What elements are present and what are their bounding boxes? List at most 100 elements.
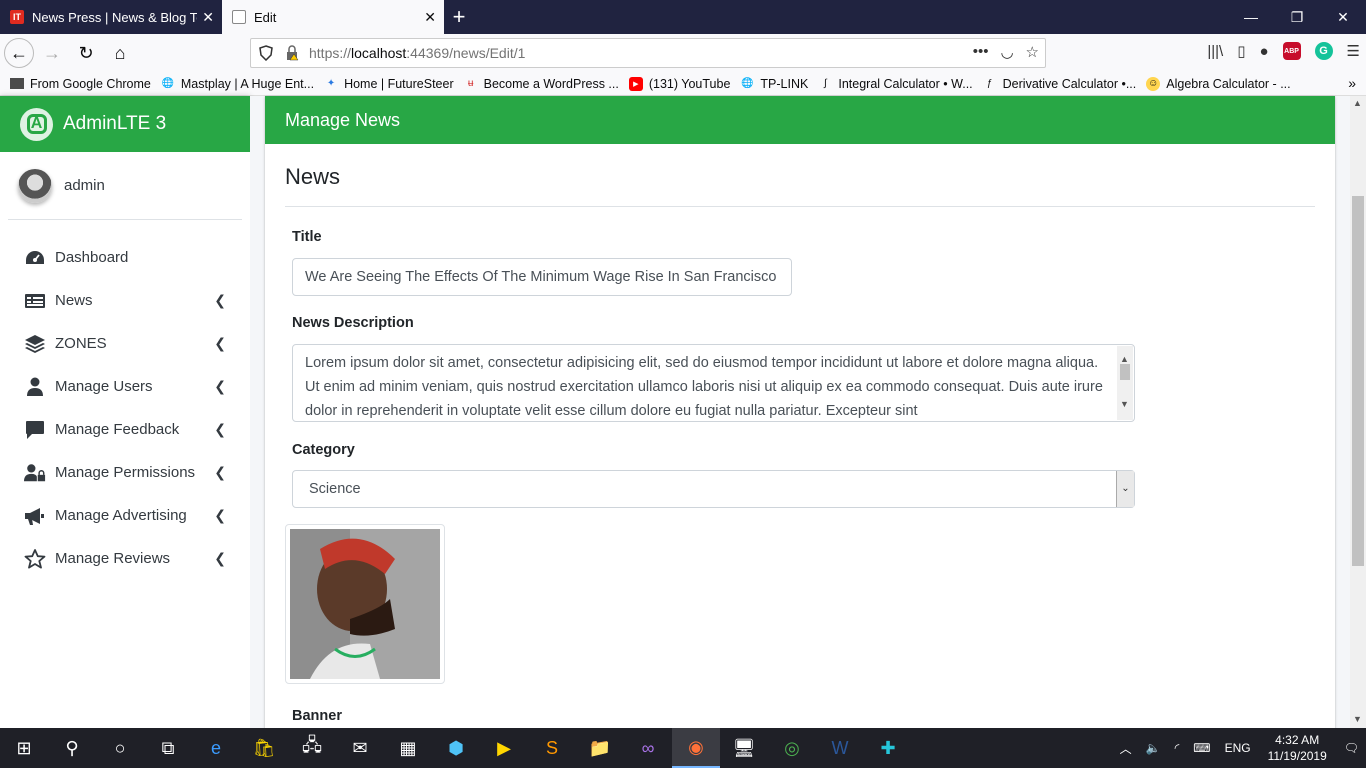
manage-news-card: Manage News News Title We Are Seeing The… xyxy=(265,96,1335,736)
page-actions-icon[interactable]: ••• xyxy=(973,43,989,61)
description-textarea[interactable]: Lorem ipsum dolor sit amet, consectetur … xyxy=(292,344,1135,422)
network-app-icon[interactable]: 🖧 xyxy=(288,728,336,768)
notification-icon[interactable]: 🗨 xyxy=(1344,741,1359,755)
brand-link[interactable]: A AdminLTE 3 xyxy=(0,96,250,152)
grammarly-icon[interactable]: G xyxy=(1314,42,1333,60)
browser-nav-bar: ← → ↻ ⌂ https://localhost:44369/news/Edi… xyxy=(0,34,1366,72)
futuresteer-icon: ✦ xyxy=(326,78,336,89)
new-tab-button[interactable]: + xyxy=(444,0,474,34)
news-image-thumbnail xyxy=(285,524,445,684)
close-window-icon[interactable]: ✕ xyxy=(1320,0,1366,34)
bookmark-item[interactable]: ☺ Algebra Calculator - ... xyxy=(1146,76,1291,91)
globe-icon: 🌐 xyxy=(161,78,175,89)
bookmark-item[interactable]: 🌐 TP-LINK xyxy=(740,77,808,91)
sublime-text-icon[interactable]: S xyxy=(528,728,576,768)
pocket-icon[interactable]: ◡ xyxy=(1000,43,1013,61)
sidebar-item-manage-advertising[interactable]: Manage Advertising ❮ xyxy=(0,494,250,537)
url-bar[interactable]: https://localhost:44369/news/Edit/1 ••• … xyxy=(250,38,1046,68)
close-tab-icon[interactable]: ✕ xyxy=(424,9,436,26)
close-tab-icon[interactable]: ✕ xyxy=(202,9,214,26)
bookmark-item[interactable]: ∫ Integral Calculator • W... xyxy=(818,77,973,91)
bookmark-item[interactable]: ✦ Home | FutureSteer xyxy=(324,77,454,91)
chevron-left-icon: ❮ xyxy=(214,550,226,566)
task-view-icon[interactable]: ⧉ xyxy=(144,728,192,768)
sidebar-item-manage-feedback[interactable]: Manage Feedback ❮ xyxy=(0,408,250,451)
news-image xyxy=(290,529,440,679)
clock-date: 11/19/2019 xyxy=(1267,749,1327,763)
hamburger-menu-icon[interactable]: ☰ xyxy=(1347,42,1360,60)
layers-icon xyxy=(24,334,46,354)
lock-warning-icon[interactable] xyxy=(285,45,299,61)
sidebar-item-manage-permissions[interactable]: Manage Permissions ❮ xyxy=(0,451,250,494)
bookmark-item[interactable]: ʉ Become a WordPress ... xyxy=(464,77,619,91)
scrollbar-thumb[interactable] xyxy=(1120,364,1130,380)
user-panel[interactable]: admin xyxy=(8,152,242,220)
chevron-down-icon[interactable]: ⌄ xyxy=(1116,471,1134,507)
restore-icon[interactable]: ❐ xyxy=(1274,0,1320,34)
sidebar-item-news[interactable]: News ❮ xyxy=(0,279,250,322)
edge-icon[interactable]: e xyxy=(192,728,240,768)
sidebar-toggle-icon[interactable]: ▯ xyxy=(1237,42,1245,60)
file-explorer-icon[interactable]: 📁 xyxy=(576,728,624,768)
user-icon xyxy=(24,377,46,397)
scroll-down-icon[interactable]: ▼ xyxy=(1120,392,1129,416)
shield-icon[interactable] xyxy=(259,45,273,61)
keyboard-icon[interactable]: ⌨ xyxy=(1193,741,1210,755)
url-host: localhost xyxy=(351,45,407,61)
app-icon[interactable]: ✚ xyxy=(864,728,912,768)
chrome-icon[interactable]: ◎ xyxy=(768,728,816,768)
page-scrollbar-thumb[interactable] xyxy=(1352,196,1364,566)
account-icon[interactable]: ● xyxy=(1259,43,1268,60)
window-controls: — ❐ ✕ xyxy=(1228,0,1366,34)
word-icon[interactable]: W xyxy=(816,728,864,768)
bookmark-item[interactable]: 🌐 Mastplay | A Huge Ent... xyxy=(161,77,314,91)
chevron-left-icon: ❮ xyxy=(214,292,226,308)
scroll-down-icon[interactable]: ▼ xyxy=(1353,714,1362,724)
firefox-icon[interactable]: ◉ xyxy=(672,728,720,768)
sidebar-item-zones[interactable]: ZONES ❮ xyxy=(0,322,250,365)
scroll-up-icon[interactable]: ▲ xyxy=(1353,98,1362,108)
avatar xyxy=(18,168,52,203)
tab-news-press[interactable]: IT News Press | News & Blog Tem ✕ xyxy=(0,0,222,34)
bookmark-item[interactable]: ƒ Derivative Calculator •... xyxy=(983,77,1136,91)
bookmark-item[interactable]: ▶ (131) YouTube xyxy=(628,76,730,91)
store-icon[interactable]: 🛍 xyxy=(240,728,288,768)
visual-studio-icon[interactable]: ∞ xyxy=(624,728,672,768)
cortana-icon[interactable]: ○ xyxy=(96,728,144,768)
clock[interactable]: 4:32 AM 11/19/2019 xyxy=(1268,732,1327,764)
media-player-icon[interactable]: ▶ xyxy=(480,728,528,768)
calculator-icon[interactable]: ▦ xyxy=(384,728,432,768)
reload-button[interactable]: ↻ xyxy=(70,37,102,69)
bookmark-item[interactable]: From Google Chrome xyxy=(10,77,151,91)
back-button[interactable]: ← xyxy=(4,38,34,68)
algebra-calculator-icon: ☺ xyxy=(1146,76,1161,91)
chevron-up-icon[interactable]: ︿ xyxy=(1120,740,1132,757)
home-button[interactable]: ⌂ xyxy=(104,37,136,69)
remote-desktop-icon[interactable]: 🖥 xyxy=(720,728,768,768)
start-icon[interactable]: ⊞ xyxy=(0,728,48,768)
users-lock-icon xyxy=(24,463,46,483)
forward-button[interactable]: → xyxy=(36,37,68,69)
sidebar-item-manage-users[interactable]: Manage Users ❮ xyxy=(0,365,250,408)
bookmark-star-icon[interactable]: ☆ xyxy=(1026,43,1039,61)
title-input[interactable]: We Are Seeing The Effects Of The Minimum… xyxy=(292,258,792,296)
news-press-favicon-icon: IT xyxy=(10,10,24,24)
card-header: Manage News xyxy=(265,96,1335,144)
3d-box-icon[interactable]: ⬢ xyxy=(432,728,480,768)
search-icon[interactable]: ⚲ xyxy=(48,728,96,768)
adblock-icon[interactable]: ABP xyxy=(1282,42,1301,60)
sidebar-item-manage-reviews[interactable]: Manage Reviews ❮ xyxy=(0,537,250,580)
more-bookmarks-icon[interactable]: » xyxy=(1348,75,1356,91)
category-select[interactable]: Science ⌄ xyxy=(292,470,1135,508)
username[interactable]: admin xyxy=(64,177,105,194)
page-scrollbar[interactable]: ▲ ▼ xyxy=(1350,96,1366,728)
tab-edit[interactable]: Edit ✕ xyxy=(222,0,444,34)
mail-icon[interactable]: ✉ xyxy=(336,728,384,768)
volume-icon[interactable]: 🔈 xyxy=(1146,741,1161,755)
library-icon[interactable]: |||\ xyxy=(1207,43,1223,60)
wifi-icon[interactable]: ◜ xyxy=(1175,741,1180,755)
language-indicator[interactable]: ENG xyxy=(1225,741,1251,755)
sidebar-item-dashboard[interactable]: Dashboard xyxy=(0,236,250,279)
textarea-scrollbar[interactable]: ▲ ▼ xyxy=(1117,346,1133,420)
minimize-icon[interactable]: — xyxy=(1228,0,1274,34)
